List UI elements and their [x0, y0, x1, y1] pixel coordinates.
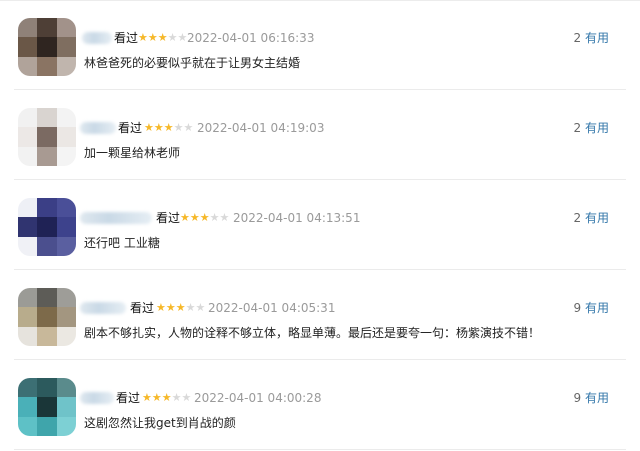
helpful-link[interactable]: 有用	[585, 31, 609, 45]
review-comment: 加一颗星给林老师	[84, 146, 181, 160]
star-icon: ★	[199, 211, 210, 224]
avatar[interactable]	[18, 288, 76, 346]
star-icon: ★	[147, 31, 158, 44]
status-label: 看过	[156, 211, 181, 225]
helpful-count: 9	[573, 301, 582, 315]
helpful-link[interactable]: 有用	[585, 391, 609, 405]
review-timestamp: 2022-04-01 04:13:51	[233, 211, 361, 225]
rating-stars: ★★★★★	[180, 210, 229, 226]
star-empty-icon: ★	[173, 121, 184, 134]
review-item: 看过 ★★★★★ 2022-04-01 04:00:28 9 有用 这剧忽然让我…	[0, 360, 640, 450]
review-comment: 这剧忽然让我get到肖战的颜	[84, 416, 236, 430]
star-icon: ★	[180, 211, 190, 224]
star-icon: ★	[165, 301, 176, 314]
review-item: 看过 ★★★★★ 2022-04-01 04:19:03 2 有用 加一颗星给林…	[0, 90, 640, 180]
review-comment: 剧本不够扎实，人物的诠释不够立体，略显单薄。最后还是要夸一句：杨紫演技不错！	[84, 326, 541, 340]
review-item: 看过 ★★★★★ 2022-04-01 04:13:51 2 有用 还行吧 工业…	[0, 180, 640, 270]
review-item: 看过 ★★★★★ 2022-04-01 06:16:33 2 有用 林爸爸死的必…	[0, 0, 640, 90]
review-timestamp: 2022-04-01 04:00:28	[194, 391, 322, 405]
status-label: 看过	[130, 301, 155, 315]
avatar[interactable]	[18, 378, 76, 436]
rating-stars: ★★★★★	[138, 30, 187, 46]
review-comment: 还行吧 工业糖	[84, 236, 160, 250]
helpful-vote[interactable]: 2 有用	[574, 31, 609, 45]
rating-stars: ★★★★★	[144, 120, 193, 136]
star-empty-icon: ★	[183, 121, 194, 134]
helpful-count: 9	[573, 391, 582, 405]
helpful-vote[interactable]: 9 有用	[574, 391, 609, 405]
star-icon: ★	[156, 301, 166, 314]
review-item: 看过 ★★★★★ 2022-04-01 04:05:31 9 有用 剧本不够扎实…	[0, 270, 640, 360]
short-review-list: 看过 ★★★★★ 2022-04-01 06:16:33 2 有用 林爸爸死的必…	[0, 0, 640, 451]
review-timestamp: 2022-04-01 04:19:03	[197, 121, 325, 135]
star-empty-icon: ★	[171, 391, 182, 404]
star-empty-icon: ★	[181, 391, 192, 404]
rating-stars: ★★★★★	[142, 390, 191, 406]
helpful-count: 2	[573, 121, 582, 135]
rating-stars: ★★★★★	[156, 300, 205, 316]
status-label: 看过	[114, 31, 139, 45]
avatar[interactable]	[18, 108, 76, 166]
helpful-vote[interactable]: 2 有用	[574, 121, 609, 135]
username[interactable]	[80, 122, 116, 134]
star-icon: ★	[189, 211, 200, 224]
helpful-link[interactable]: 有用	[585, 121, 609, 135]
username[interactable]	[80, 302, 126, 314]
helpful-vote[interactable]: 9 有用	[574, 301, 609, 315]
helpful-vote[interactable]: 2 有用	[574, 211, 609, 225]
star-icon: ★	[151, 391, 162, 404]
review-timestamp: 2022-04-01 04:05:31	[208, 301, 336, 315]
avatar[interactable]	[18, 198, 76, 256]
avatar[interactable]	[18, 18, 76, 76]
helpful-count: 2	[573, 211, 582, 225]
star-empty-icon: ★	[209, 211, 220, 224]
star-icon: ★	[175, 301, 186, 314]
star-icon: ★	[161, 391, 172, 404]
status-label: 看过	[116, 391, 141, 405]
username[interactable]	[80, 212, 152, 224]
star-empty-icon: ★	[185, 301, 196, 314]
star-empty-icon: ★	[177, 31, 188, 44]
star-empty-icon: ★	[167, 31, 178, 44]
username[interactable]	[82, 32, 112, 44]
helpful-link[interactable]: 有用	[585, 211, 609, 225]
helpful-count: 2	[573, 31, 582, 45]
username[interactable]	[80, 392, 114, 404]
helpful-link[interactable]: 有用	[585, 301, 609, 315]
star-icon: ★	[163, 121, 174, 134]
review-timestamp: 2022-04-01 06:16:33	[187, 31, 315, 45]
star-empty-icon: ★	[219, 211, 230, 224]
star-icon: ★	[142, 391, 152, 404]
status-label: 看过	[118, 121, 143, 135]
star-empty-icon: ★	[195, 301, 206, 314]
star-icon: ★	[153, 121, 164, 134]
star-icon: ★	[144, 121, 154, 134]
star-icon: ★	[138, 31, 148, 44]
review-comment: 林爸爸死的必要似乎就在于让男女主结婚	[84, 56, 301, 70]
star-icon: ★	[157, 31, 168, 44]
